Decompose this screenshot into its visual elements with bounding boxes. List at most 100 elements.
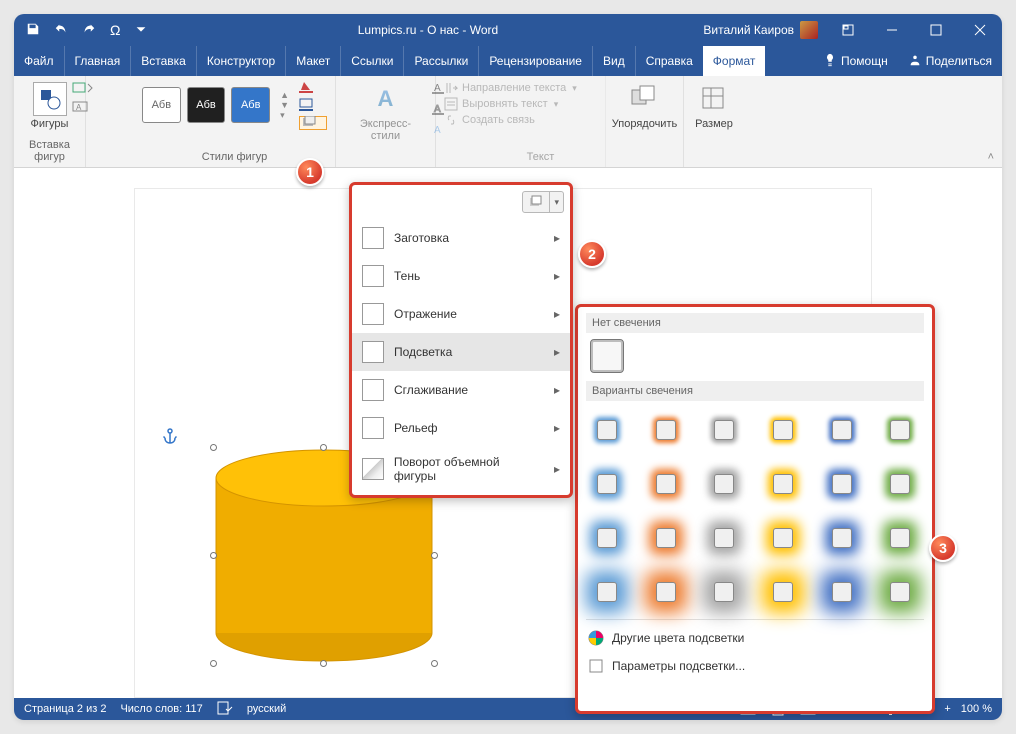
styles-scroll-up[interactable]: ▲ <box>280 90 289 100</box>
gallery-header-variants: Варианты свечения <box>586 381 924 401</box>
close-button[interactable] <box>958 14 1002 46</box>
zoom-in[interactable]: + <box>944 703 950 715</box>
glow-variant[interactable] <box>588 465 626 503</box>
tab-share[interactable]: Поделиться <box>898 46 1002 76</box>
account-area[interactable]: Виталий Каиров <box>695 21 826 39</box>
autosave-icon[interactable] <box>26 22 40 39</box>
minimize-button[interactable] <box>870 14 914 46</box>
collapse-ribbon-icon[interactable]: ˄ <box>988 151 994 163</box>
ribbon-display-options[interactable] <box>826 14 870 46</box>
qat-dropdown-icon[interactable] <box>134 22 148 39</box>
status-page[interactable]: Страница 2 из 2 <box>24 703 106 715</box>
menu-item-shadow[interactable]: Тень▸ <box>352 257 570 295</box>
omega-icon[interactable]: Ω <box>110 22 120 38</box>
menu-item-glow[interactable]: Подсветка▸ <box>352 333 570 371</box>
quick-access-toolbar: Ω <box>14 22 160 39</box>
glow-variant[interactable] <box>705 411 743 449</box>
shape-effects-menu: ▾ Заготовка▸ Тень▸ Отражение▸ Подсветка▸… <box>349 182 573 498</box>
redo-icon[interactable] <box>82 22 96 39</box>
glow-variant[interactable] <box>705 519 743 557</box>
edit-shape-icon[interactable] <box>72 82 94 97</box>
maximize-button[interactable] <box>914 14 958 46</box>
glow-variant[interactable] <box>647 519 685 557</box>
status-word-count[interactable]: Число слов: 117 <box>120 703 202 715</box>
glow-variant[interactable] <box>823 411 861 449</box>
tab-references[interactable]: Ссылки <box>340 46 403 76</box>
glow-variant[interactable] <box>647 465 685 503</box>
glow-variant[interactable] <box>647 411 685 449</box>
create-link-button[interactable]: Создать связь <box>444 112 597 128</box>
shape-outline-button[interactable] <box>299 98 327 112</box>
tab-assistant[interactable]: Помощн <box>813 46 898 76</box>
tab-mailings[interactable]: Рассылки <box>403 46 478 76</box>
callout-3: 3 <box>929 534 957 562</box>
arrange-button[interactable]: Упорядочить <box>614 80 675 132</box>
glow-gallery: Нет свечения Варианты свечения Другие цв… <box>575 304 935 714</box>
shape-style-2[interactable]: Абв <box>187 87 226 123</box>
zoom-level[interactable]: 100 % <box>961 703 992 715</box>
glow-variant[interactable] <box>588 519 626 557</box>
tab-home[interactable]: Главная <box>64 46 131 76</box>
tab-view[interactable]: Вид <box>592 46 635 76</box>
shapes-button[interactable]: Фигуры <box>22 80 77 132</box>
glow-variant[interactable] <box>647 573 685 611</box>
tab-layout[interactable]: Макет <box>285 46 340 76</box>
menu-item-soft-edges[interactable]: Сглаживание▸ <box>352 371 570 409</box>
tab-review[interactable]: Рецензирование <box>478 46 592 76</box>
glow-variant[interactable] <box>705 465 743 503</box>
menu-item-preset[interactable]: Заготовка▸ <box>352 219 570 257</box>
glow-variant[interactable] <box>823 465 861 503</box>
window-title: Lumpics.ru - О нас - Word <box>160 23 695 37</box>
lightbulb-icon <box>823 53 837 70</box>
anchor-icon <box>162 428 178 451</box>
shape-style-3[interactable]: Абв <box>231 87 270 123</box>
glow-variant[interactable] <box>823 519 861 557</box>
wordart-quick-styles[interactable]: A Экспресс-стили <box>344 80 427 144</box>
effects-toggle-left[interactable] <box>522 191 550 213</box>
tab-design[interactable]: Конструктор <box>196 46 285 76</box>
undo-icon[interactable] <box>54 22 68 39</box>
effects-toggle-dropdown[interactable]: ▾ <box>550 191 564 213</box>
glow-variant[interactable] <box>764 519 802 557</box>
text-direction-button[interactable]: Направление текста▾ <box>444 80 597 96</box>
svg-text:A: A <box>76 103 82 112</box>
glow-variant[interactable] <box>764 573 802 611</box>
more-glow-colors[interactable]: Другие цвета подсветки <box>586 624 924 652</box>
glow-variant[interactable] <box>881 465 919 503</box>
glow-variant[interactable] <box>881 573 919 611</box>
shapes-icon <box>33 82 67 116</box>
callout-1: 1 <box>296 158 324 186</box>
menu-item-bevel[interactable]: Рельеф▸ <box>352 409 570 447</box>
size-button[interactable]: Размер <box>692 80 736 132</box>
title-bar: Ω Lumpics.ru - О нас - Word Виталий Каир… <box>14 14 1002 46</box>
glow-variant[interactable] <box>764 465 802 503</box>
tab-help[interactable]: Справка <box>635 46 703 76</box>
glow-variant[interactable] <box>588 573 626 611</box>
styles-more[interactable]: ▾ <box>280 110 289 121</box>
align-text-button[interactable]: Выровнять текст▾ <box>444 96 597 112</box>
glow-variant[interactable] <box>705 573 743 611</box>
shape-effects-button[interactable] <box>299 116 327 130</box>
menu-item-reflection[interactable]: Отражение▸ <box>352 295 570 333</box>
glow-variant[interactable] <box>823 573 861 611</box>
tab-insert[interactable]: Вставка <box>130 46 196 76</box>
status-language[interactable]: русский <box>247 703 286 715</box>
username: Виталий Каиров <box>703 23 794 37</box>
shape-fill-button[interactable] <box>299 80 327 94</box>
glow-variant[interactable] <box>588 411 626 449</box>
menu-item-3d-rotation[interactable]: Поворот объемной фигуры▸ <box>352 447 570 491</box>
styles-scroll-down[interactable]: ▼ <box>280 100 289 110</box>
no-glow-swatch[interactable] <box>590 339 624 373</box>
group-label-insert-shapes: Вставка фигур <box>22 137 77 165</box>
tab-format[interactable]: Формат <box>703 46 766 76</box>
spellcheck-icon[interactable] <box>217 701 233 718</box>
group-label-text: Текст <box>444 149 597 165</box>
glow-variant[interactable] <box>881 519 919 557</box>
glow-options[interactable]: Параметры подсветки... <box>586 652 924 680</box>
shape-style-1[interactable]: Абв <box>142 87 181 123</box>
glow-variant[interactable] <box>764 411 802 449</box>
callout-2: 2 <box>578 240 606 268</box>
text-box-icon[interactable]: A <box>72 101 94 116</box>
glow-variant[interactable] <box>881 411 919 449</box>
tab-file[interactable]: Файл <box>14 46 64 76</box>
